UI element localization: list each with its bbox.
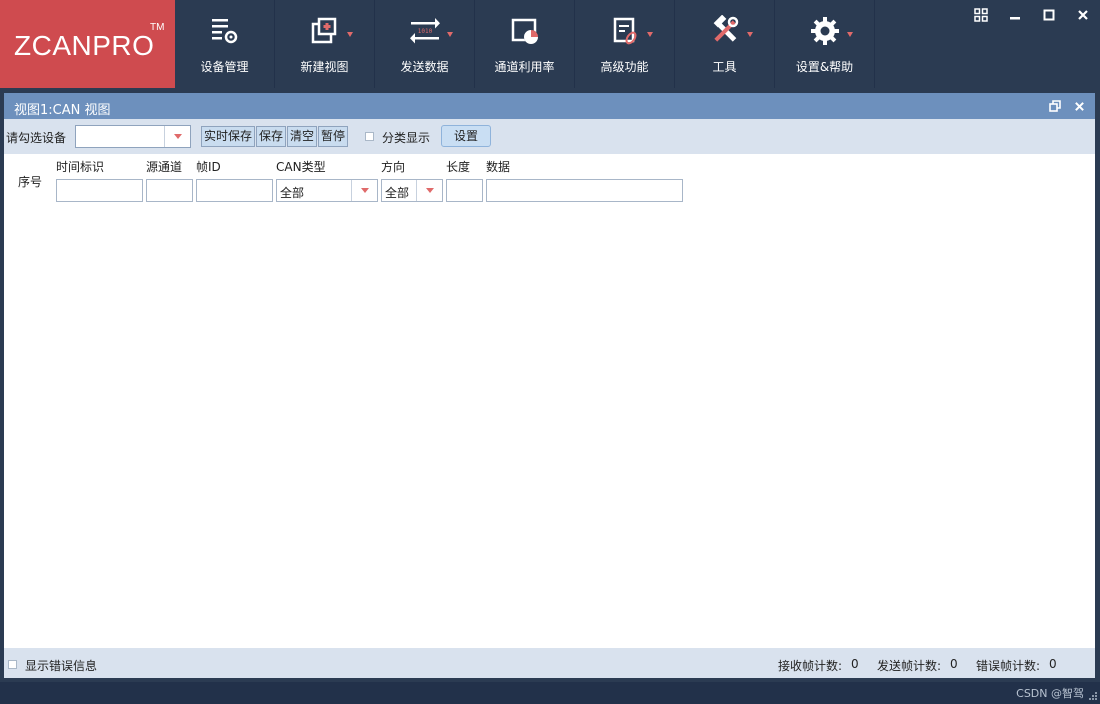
status-row: 显示错误信息 接收帧计数: 0 发送帧计数: 0 错误帧计数: 0: [4, 652, 1095, 678]
logo-trademark: TM: [150, 22, 165, 33]
maximize-icon[interactable]: [1039, 6, 1059, 24]
col-src-channel: 源通道: [146, 160, 183, 174]
show-errors-checkbox[interactable]: [8, 660, 17, 669]
settings-button[interactable]: 设置: [441, 125, 491, 147]
device-manage-icon: [175, 14, 274, 48]
bottom-status-bar: CSDN @智驾: [0, 682, 1100, 704]
nav-send-data[interactable]: 1010 发送数据: [375, 0, 475, 88]
svg-text:1010: 1010: [417, 28, 432, 35]
app-logo: ZCANPRO TM: [0, 0, 175, 88]
direction-filter-select[interactable]: 全部: [381, 179, 443, 202]
nav-label: 通道利用率: [494, 60, 555, 74]
length-filter-input[interactable]: [446, 179, 483, 202]
minimize-icon[interactable]: [1005, 6, 1025, 24]
dropdown-arrow-icon: [847, 32, 853, 37]
dropdown-arrow-icon: [347, 32, 353, 37]
device-select-label: 请勾选设备: [6, 131, 67, 145]
col-data: 数据: [486, 160, 511, 174]
can-view-panel: 视图1:CAN 视图 请勾选设备 实时保存 保存 清空 暂停 分类显示 设置 序…: [4, 93, 1095, 678]
gear-icon: [775, 14, 874, 48]
src-channel-filter-input[interactable]: [146, 179, 193, 202]
save-button[interactable]: 保存: [256, 126, 287, 147]
dropdown-arrow-icon: [647, 32, 653, 37]
watermark: CSDN @智驾: [1016, 687, 1084, 700]
col-seq: 序号: [18, 175, 43, 189]
nav-label: 设置&帮助: [795, 60, 854, 74]
device-select[interactable]: [75, 125, 191, 148]
panel-title: 视图1:CAN 视图: [14, 103, 111, 118]
direction-filter-value: 全部: [385, 186, 410, 200]
nav-label: 设备管理: [200, 60, 249, 74]
top-ribbon: ZCANPRO TM 设备管理 新建视图 1010 发送数据 通道利用率 高级功…: [0, 0, 1100, 88]
panel-close-icon[interactable]: [1071, 98, 1087, 114]
col-can-type: CAN类型: [276, 160, 326, 174]
close-icon[interactable]: [1073, 6, 1093, 24]
nav-device-manage[interactable]: 设备管理: [175, 0, 275, 88]
can-type-filter-select[interactable]: 全部: [276, 179, 378, 202]
dropdown-arrow-icon: [747, 32, 753, 37]
resize-grip-icon[interactable]: [1088, 690, 1098, 700]
advanced-icon: [575, 14, 674, 48]
col-time: 时间标识: [56, 160, 105, 174]
classify-checkbox[interactable]: [365, 132, 374, 141]
layout-grid-icon[interactable]: [971, 6, 991, 24]
main-nav: 设备管理 新建视图 1010 发送数据 通道利用率 高级功能 工具 设置&帮助: [175, 0, 875, 88]
chevron-down-icon[interactable]: [416, 180, 442, 201]
new-view-icon: [275, 14, 374, 48]
nav-settings-help[interactable]: 设置&帮助: [775, 0, 875, 88]
nav-label: 新建视图: [300, 60, 349, 74]
show-errors-label: 显示错误信息: [25, 659, 98, 673]
err-count-value: 0: [1049, 657, 1057, 671]
nav-new-view[interactable]: 新建视图: [275, 0, 375, 88]
nav-advanced[interactable]: 高级功能: [575, 0, 675, 88]
nav-label: 工具: [712, 60, 737, 74]
panel-title-bar: 视图1:CAN 视图: [4, 93, 1095, 119]
tools-icon: [675, 14, 774, 48]
send-data-icon: 1010: [375, 14, 474, 48]
nav-tools[interactable]: 工具: [675, 0, 775, 88]
message-grid: 序号 时间标识 源通道 帧ID CAN类型 方向 长度 数据 全部 全部: [4, 154, 1095, 648]
logo-text: ZCANPRO: [14, 30, 155, 61]
classify-label: 分类显示: [382, 131, 431, 145]
pause-button[interactable]: 暂停: [318, 126, 349, 147]
time-filter-input[interactable]: [56, 179, 143, 202]
clear-button[interactable]: 清空: [287, 126, 318, 147]
nav-label: 高级功能: [600, 60, 649, 74]
col-length: 长度: [446, 160, 471, 174]
nav-channel-usage[interactable]: 通道利用率: [475, 0, 575, 88]
col-direction: 方向: [381, 160, 406, 174]
data-filter-input[interactable]: [486, 179, 683, 202]
dropdown-arrow-icon: [447, 32, 453, 37]
action-buttons: 实时保存 保存 清空 暂停: [201, 126, 349, 147]
nav-label: 发送数据: [400, 60, 449, 74]
restore-icon[interactable]: [1047, 98, 1063, 114]
rx-count-label: 接收帧计数:: [778, 659, 843, 673]
err-count-label: 错误帧计数:: [976, 659, 1041, 673]
realtime-save-button[interactable]: 实时保存: [201, 126, 256, 147]
chevron-down-icon[interactable]: [164, 126, 190, 147]
channel-usage-icon: [475, 14, 574, 48]
view-toolbar: 请勾选设备 实时保存 保存 清空 暂停 分类显示 设置: [4, 119, 1095, 153]
can-type-filter-value: 全部: [280, 186, 305, 200]
chevron-down-icon[interactable]: [351, 180, 377, 201]
rx-count-value: 0: [851, 657, 859, 671]
tx-count-value: 0: [950, 657, 958, 671]
frame-id-filter-input[interactable]: [196, 179, 273, 202]
col-frame-id: 帧ID: [196, 160, 221, 174]
tx-count-label: 发送帧计数:: [877, 659, 942, 673]
